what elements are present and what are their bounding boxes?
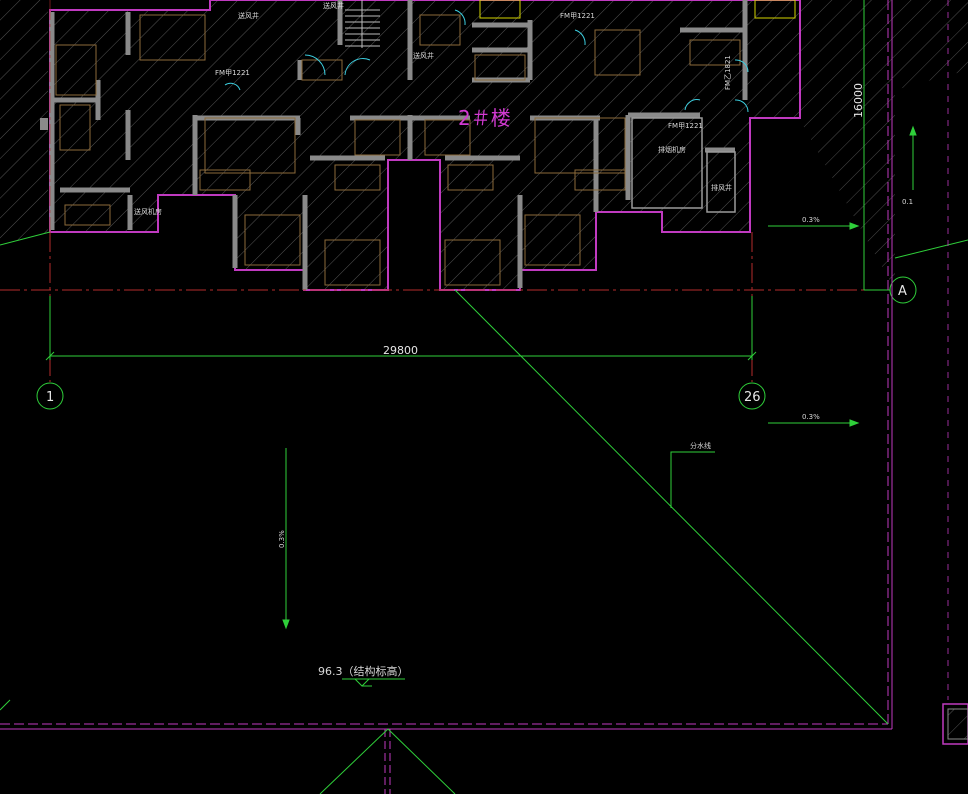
axis-label-1: 1 — [46, 390, 54, 405]
room-label-smoke-well-top: 送风井 — [323, 1, 344, 10]
room-label-equipment: 排烟机房 — [658, 145, 686, 154]
cad-drawing: 送风井 送风井 送风井 FM甲1221 FM甲1221 FM甲1221 FM乙1… — [0, 0, 968, 794]
slope-label-mid-right: 0.3% — [802, 413, 820, 421]
room-label-pipe-well: 排风井 — [711, 183, 732, 192]
cad-drawing-canvas[interactable]: 送风井 送风井 送风井 FM甲1221 FM甲1221 FM甲1221 FM乙1… — [0, 0, 968, 794]
door-label-fm-c: FM甲1221 — [668, 122, 703, 130]
axis-bubble-a: A — [889, 276, 917, 304]
room-label-equipment-left: 送风机房 — [134, 207, 162, 216]
edge-element-right-inner — [947, 708, 968, 740]
door-label-fm-b: FM甲1221 — [560, 12, 595, 20]
dimension-horizontal: 29800 — [383, 344, 418, 357]
room-label-smoke-well-left: 送风井 — [238, 11, 259, 20]
dimension-vertical: 16000 — [852, 83, 865, 118]
axis-bubble-26: 26 — [738, 382, 766, 410]
slope-label-far-right: 0.1 — [902, 198, 913, 206]
door-label-fm-a: FM甲1221 — [215, 69, 250, 77]
slope-label-center: 0.3% — [278, 530, 286, 548]
elevation-note: 96.3（结构标高） — [318, 664, 409, 678]
building-number-label: 2＃楼 — [458, 106, 511, 130]
water-divide-label: 分水线 — [690, 441, 711, 450]
slope-label-top-right: 0.3% — [802, 216, 820, 224]
axis-bubble-1: 1 — [36, 382, 64, 410]
elevation-marker — [342, 678, 405, 687]
slope-arrow-far-right — [909, 125, 917, 190]
wall-stub-left — [40, 118, 48, 130]
building-plan — [49, 0, 801, 291]
axis-label-26: 26 — [744, 390, 761, 405]
axis-label-a: A — [898, 284, 907, 299]
door-label-fm-vertical: FM乙1821 — [724, 55, 732, 90]
room-label-smoke-well-mid: 送风井 — [413, 51, 434, 60]
water-divide-lines — [0, 239, 968, 794]
